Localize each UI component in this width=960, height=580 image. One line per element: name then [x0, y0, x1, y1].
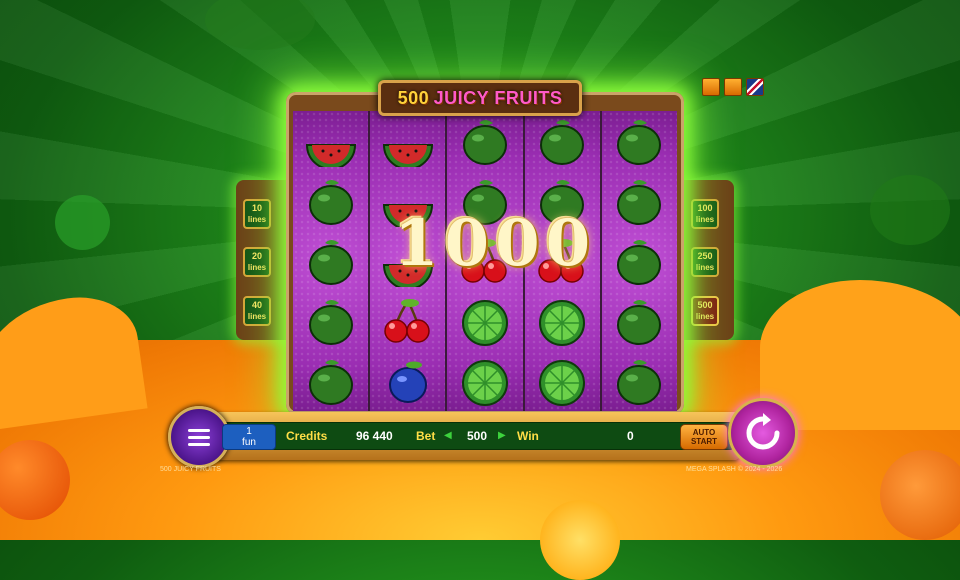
- lime-symbol: [455, 293, 515, 349]
- credits-value: 96 440: [356, 429, 393, 443]
- reel-5: [601, 111, 678, 411]
- footer-game-name: 500 JUICY FRUITS: [160, 466, 221, 473]
- green-fruit-symbol: [301, 173, 361, 229]
- bet-increase-button[interactable]: ▶: [498, 430, 506, 441]
- green-fruit-symbol: [301, 233, 361, 289]
- top-right-icons: [702, 78, 764, 96]
- lines-20-button[interactable]: 20 lines: [243, 247, 271, 277]
- reel-1: [293, 111, 369, 411]
- green-fruit-symbol: [609, 173, 669, 229]
- coin-value-selector[interactable]: 1 fun: [222, 424, 276, 450]
- big-win-amount: 1000: [394, 206, 597, 281]
- menu-button[interactable]: [168, 406, 230, 468]
- paytable-icon[interactable]: [702, 78, 720, 96]
- lime-symbol: [532, 293, 592, 349]
- lime-decoration: [870, 175, 950, 245]
- game-title: 500 JUICY FRUITS: [378, 80, 582, 116]
- lines-10-button[interactable]: 10 lines: [243, 199, 271, 229]
- spin-arrow-icon: [746, 413, 780, 450]
- green-fruit-symbol: [609, 353, 669, 409]
- orange-slice-decoration: [540, 500, 620, 580]
- bet-value: 500: [467, 429, 488, 443]
- watermelon-symbol: [301, 113, 361, 169]
- green-fruit-symbol: [609, 113, 669, 169]
- green-fruit-symbol: [609, 233, 669, 289]
- auto-start-button[interactable]: AUTO START: [680, 424, 728, 450]
- lines-250-button[interactable]: 250 lines: [691, 247, 719, 277]
- lines-100-button[interactable]: 100 lines: [691, 199, 719, 229]
- win-label: Win: [517, 429, 539, 443]
- lime-symbol: [532, 353, 592, 409]
- green-fruit-symbol: [301, 353, 361, 409]
- language-flag-icon[interactable]: [746, 78, 764, 96]
- watermelon-symbol: [378, 113, 438, 169]
- lines-40-button[interactable]: 40 lines: [243, 296, 271, 326]
- spin-button[interactable]: [728, 398, 798, 468]
- credits-label: Credits: [286, 429, 328, 443]
- win-value: 0: [627, 429, 634, 443]
- bet-decrease-button[interactable]: ◀: [444, 430, 452, 441]
- title-number: 500: [397, 87, 430, 108]
- hamburger-icon: [188, 428, 210, 432]
- cherry-symbol: [378, 293, 438, 349]
- green-fruit-symbol: [301, 293, 361, 349]
- berries-decoration-right: [880, 450, 960, 540]
- green-fruit-symbol: [455, 113, 515, 169]
- green-fruit-symbol: [532, 113, 592, 169]
- plum-symbol: [378, 353, 438, 409]
- juice-splash-right: [760, 280, 960, 430]
- bet-label: Bet: [416, 429, 436, 443]
- settings-icon[interactable]: [724, 78, 742, 96]
- strawberry-decoration: [55, 195, 110, 250]
- green-fruit-symbol: [609, 293, 669, 349]
- footer-copyright: MEGA SPLASH © 2024 - 2026: [686, 466, 783, 473]
- title-text: JUICY FRUITS: [433, 87, 563, 108]
- lines-500-button[interactable]: 500 lines: [691, 296, 719, 326]
- lime-symbol: [455, 353, 515, 409]
